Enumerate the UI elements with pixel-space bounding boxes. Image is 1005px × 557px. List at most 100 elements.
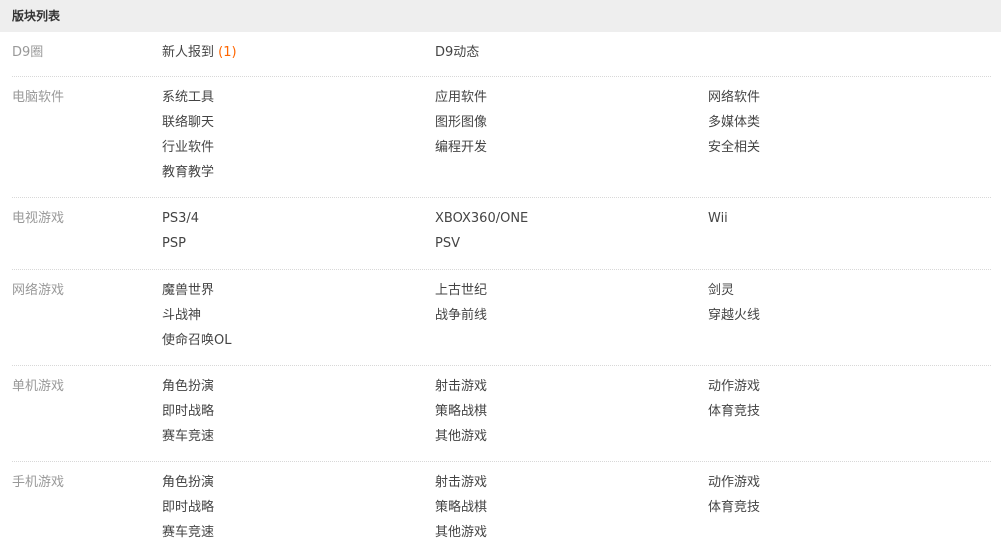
- forum-link[interactable]: 行业软件: [162, 139, 435, 164]
- forum-link[interactable]: 图形图像: [435, 114, 708, 139]
- forum-link-label: 角色扮演: [162, 379, 215, 394]
- forum-link[interactable]: 多媒体类: [708, 114, 981, 139]
- forum-link[interactable]: 安全相关: [708, 139, 981, 164]
- forum-section: 电脑软件 系统工具 应用软件 网络软件联络聊天 图形图像 多媒体类行业软件 编程开发 安全相…: [12, 77, 991, 198]
- forum-grid: 系统工具 应用软件 网络软件联络聊天 图形图像 多媒体类行业软件 编程开发 安全相关教育教学: [162, 89, 981, 189]
- forum-link[interactable]: 角色扮演: [162, 378, 435, 403]
- new-post-count: (1): [218, 45, 237, 60]
- forum-link[interactable]: 网络软件: [708, 89, 981, 114]
- forum-link-label: 行业软件: [162, 140, 215, 155]
- forum-grid: PS3/4 XBOX360/ONE Wii PSP PSV: [162, 210, 981, 260]
- forum-link[interactable]: 编程开发: [435, 139, 708, 164]
- forum-link-label: 体育竞技: [708, 404, 761, 419]
- forum-link-label: 安全相关: [708, 140, 761, 155]
- forum-link-label: 体育竞技: [708, 500, 761, 515]
- forum-link-label: 赛车竞速: [162, 429, 215, 444]
- forum-link[interactable]: 新人报到 (1): [162, 44, 435, 69]
- section-title: 电视游戏: [12, 211, 65, 226]
- forum-link-label: PS3/4: [162, 211, 200, 226]
- forum-link-label: 教育教学: [162, 165, 215, 180]
- forum-link[interactable]: PSP: [162, 235, 435, 260]
- forum-grid: 魔兽世界 上古世纪 剑灵斗战神 战争前线 穿越火线使命召唤OL: [162, 282, 981, 357]
- forum-link-label: 编程开发: [435, 140, 488, 155]
- forum-link[interactable]: 上古世纪: [435, 282, 708, 307]
- forum-link[interactable]: 即时战略: [162, 499, 435, 524]
- forum-link[interactable]: 其他游戏: [435, 428, 708, 453]
- forum-link[interactable]: 联络聊天: [162, 114, 435, 139]
- forum-link-label: 斗战神: [162, 308, 202, 323]
- forum-link-label: 动作游戏: [708, 379, 761, 394]
- forum-grid: 角色扮演 射击游戏 动作游戏即时战略 策略战棋 体育竞技赛车竞速 其他游戏: [162, 378, 981, 453]
- forum-link-label: Wii: [708, 211, 728, 226]
- forum-link[interactable]: 体育竞技: [708, 403, 981, 428]
- forum-link[interactable]: 策略战棋: [435, 499, 708, 524]
- forum-link-label: D9动态: [435, 45, 480, 60]
- forum-link[interactable]: 斗战神: [162, 307, 435, 332]
- forum-link[interactable]: 教育教学: [162, 164, 435, 189]
- forum-link[interactable]: 剑灵: [708, 282, 981, 307]
- forum-link-label: 角色扮演: [162, 475, 215, 490]
- forum-link[interactable]: 策略战棋: [435, 403, 708, 428]
- forum-link-label: 赛车竞速: [162, 525, 215, 540]
- forum-link[interactable]: 即时战略: [162, 403, 435, 428]
- forum-link-label: 穿越火线: [708, 308, 761, 323]
- forum-link[interactable]: PS3/4: [162, 210, 435, 235]
- forum-link-label: 策略战棋: [435, 404, 488, 419]
- forum-link-label: 使命召唤OL: [162, 333, 232, 348]
- forum-link-label: 射击游戏: [435, 475, 488, 490]
- forum-link[interactable]: 角色扮演: [162, 474, 435, 499]
- forum-link[interactable]: PSV: [435, 235, 708, 260]
- forum-link[interactable]: 射击游戏: [435, 474, 708, 499]
- forum-section: 单机游戏 角色扮演 射击游戏 动作游戏即时战略 策略战棋 体育竞技赛车竞速 其他游戏: [12, 366, 991, 462]
- section-title: D9圈: [12, 45, 44, 60]
- forum-link[interactable]: 赛车竞速: [162, 428, 435, 453]
- forum-link-label: 即时战略: [162, 500, 215, 515]
- forum-link-label: 战争前线: [435, 308, 488, 323]
- forum-link-label: 剑灵: [708, 283, 735, 298]
- forum-link[interactable]: 穿越火线: [708, 307, 981, 332]
- forum-link[interactable]: 魔兽世界: [162, 282, 435, 307]
- forum-link-label: 上古世纪: [435, 283, 488, 298]
- section-title: 电脑软件: [12, 90, 65, 105]
- forum-link-label: 策略战棋: [435, 500, 488, 515]
- forum-link[interactable]: 战争前线: [435, 307, 708, 332]
- forum-link-label: 其他游戏: [435, 429, 488, 444]
- forum-link-label: 其他游戏: [435, 525, 488, 540]
- forum-link-label: PSP: [162, 236, 186, 251]
- forum-link-label: 系统工具: [162, 90, 215, 105]
- forum-link-label: 射击游戏: [435, 379, 488, 394]
- section-title: 网络游戏: [12, 283, 65, 298]
- panel-title: 版块列表: [0, 0, 1001, 32]
- forum-link[interactable]: 动作游戏: [708, 474, 981, 499]
- forum-section: 网络游戏 魔兽世界 上古世纪 剑灵斗战神 战争前线 穿越火线使命召唤OL: [12, 270, 991, 366]
- forum-link-label: 联络聊天: [162, 115, 215, 130]
- forum-link[interactable]: 动作游戏: [708, 378, 981, 403]
- forum-link-label: 魔兽世界: [162, 283, 215, 298]
- forum-link[interactable]: 应用软件: [435, 89, 708, 114]
- forum-sections: D9圈 新人报到 (1) D9动态 电脑软件 系统工具 应用软件 网络软件 联络聊天 图形…: [0, 32, 1001, 557]
- forum-link-label: 新人报到: [162, 45, 215, 60]
- forum-link[interactable]: 系统工具: [162, 89, 435, 114]
- forum-link-label: 应用软件: [435, 90, 488, 105]
- forum-grid: 角色扮演 射击游戏 动作游戏即时战略 策略战棋 体育竞技赛车竞速 其他游戏: [162, 474, 981, 549]
- forum-link-label: PSV: [435, 236, 460, 251]
- forum-link-label: XBOX360/ONE: [435, 211, 529, 226]
- forum-grid: 新人报到 (1) D9动态: [162, 44, 981, 69]
- forum-link[interactable]: Wii: [708, 210, 981, 235]
- forum-section: 电视游戏 PS3/4 XBOX360/ONE Wii PSP PSV: [12, 198, 991, 270]
- forum-list-panel: 版块列表 D9圈 新人报到 (1) D9动态 电脑软件 系统工具 应用软件 网络软件联…: [0, 0, 1001, 557]
- forum-link[interactable]: 体育竞技: [708, 499, 981, 524]
- forum-link[interactable]: 射击游戏: [435, 378, 708, 403]
- forum-link[interactable]: 赛车竞速: [162, 524, 435, 549]
- forum-link[interactable]: D9动态: [435, 44, 708, 69]
- forum-link-label: 即时战略: [162, 404, 215, 419]
- forum-link[interactable]: XBOX360/ONE: [435, 210, 708, 235]
- forum-section: 手机游戏 角色扮演 射击游戏 动作游戏即时战略 策略战棋 体育竞技赛车竞速 其他游戏: [12, 462, 991, 557]
- forum-link[interactable]: 使命召唤OL: [162, 332, 435, 357]
- forum-link-label: 多媒体类: [708, 115, 761, 130]
- section-title: 手机游戏: [12, 475, 65, 490]
- forum-link[interactable]: 其他游戏: [435, 524, 708, 549]
- forum-link-label: 网络软件: [708, 90, 761, 105]
- forum-link-label: 动作游戏: [708, 475, 761, 490]
- section-title: 单机游戏: [12, 379, 65, 394]
